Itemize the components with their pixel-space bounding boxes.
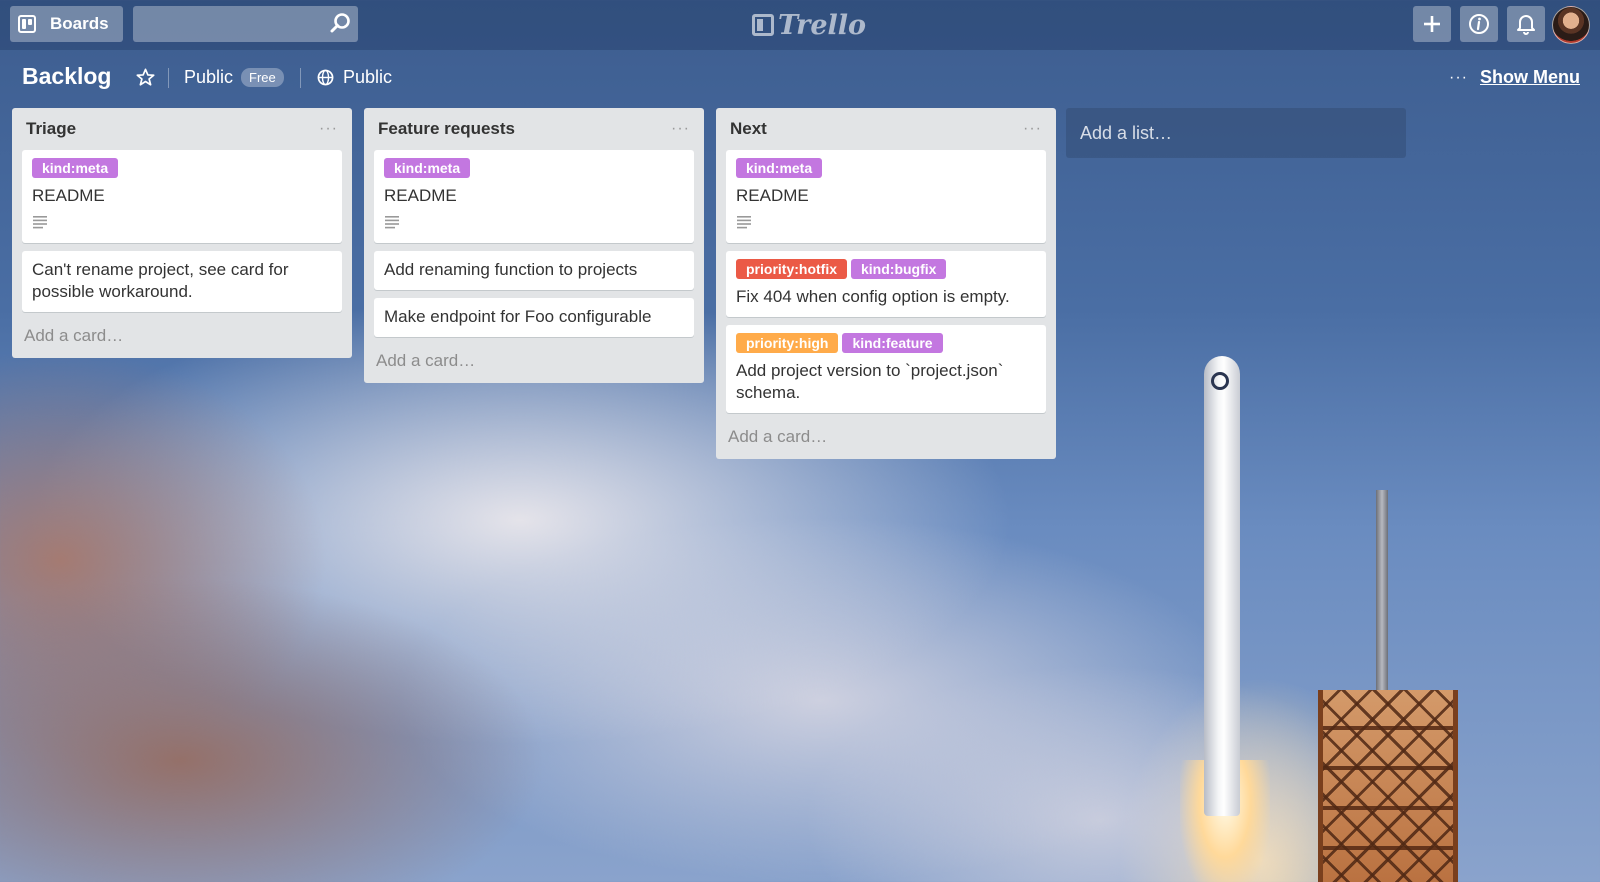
tower-mast-image	[1376, 490, 1388, 710]
boards-button-label: Boards	[50, 14, 109, 33]
label-kind-bugfix: kind:bugfix	[851, 259, 947, 279]
show-menu-link[interactable]: Show Menu	[1480, 67, 1580, 88]
card[interactable]: kind:meta README	[374, 150, 694, 243]
card-title: README	[384, 186, 457, 205]
card[interactable]: kind:meta README	[22, 150, 342, 243]
card-labels: kind:meta	[32, 158, 332, 178]
add-card-button[interactable]: Add a card…	[726, 421, 1046, 451]
card-labels: priority:high kind:feature	[736, 333, 1036, 353]
globe-icon	[317, 69, 334, 86]
description-icon	[385, 216, 399, 229]
show-menu-button[interactable]: ··· Show Menu	[1449, 67, 1580, 88]
card-title: Add renaming function to projects	[384, 260, 638, 279]
user-avatar[interactable]	[1552, 6, 1590, 44]
card[interactable]: kind:meta README	[726, 150, 1046, 243]
card-labels: kind:meta	[736, 158, 1036, 178]
description-icon	[737, 216, 751, 229]
launch-tower-image	[1318, 690, 1458, 882]
board-header-divider	[300, 68, 301, 88]
star-icon[interactable]	[136, 68, 155, 87]
top-header: Boards Trello	[0, 0, 1600, 50]
search-icon[interactable]	[329, 12, 351, 34]
card-title: Fix 404 when config option is empty.	[736, 287, 1010, 306]
list-triage: Triage ··· kind:meta README Can't rename…	[12, 108, 352, 358]
list-title[interactable]: Triage	[26, 119, 76, 139]
label-priority-hotfix: priority:hotfix	[736, 259, 847, 279]
card[interactable]: priority:hotfix kind:bugfix Fix 404 when…	[726, 251, 1046, 317]
list-feature-requests: Feature requests ··· kind:meta README Ad…	[364, 108, 704, 383]
visibility-label: Public	[184, 67, 234, 87]
list-title[interactable]: Next	[730, 119, 767, 139]
boards-icon	[18, 15, 36, 33]
list-title[interactable]: Feature requests	[378, 119, 515, 139]
card[interactable]: priority:high kind:feature Add project v…	[726, 325, 1046, 413]
info-icon	[1469, 14, 1489, 34]
board-header-divider	[168, 68, 169, 88]
boards-button[interactable]: Boards	[10, 6, 123, 42]
list-menu-icon[interactable]: ···	[1023, 120, 1042, 138]
search-input[interactable]	[133, 6, 358, 42]
add-card-button[interactable]: Add a card…	[22, 320, 342, 350]
card-title: Can't rename project, see card for possi…	[32, 260, 289, 301]
plus-icon	[1424, 16, 1440, 32]
label-priority-high: priority:high	[736, 333, 839, 353]
trello-logo[interactable]: Trello	[752, 8, 866, 42]
bell-icon	[1517, 15, 1535, 35]
list-menu-icon[interactable]: ···	[671, 120, 690, 138]
list-header: Triage ···	[22, 108, 342, 150]
team-visibility-label: Public	[343, 67, 393, 87]
description-icon	[33, 216, 47, 229]
add-button[interactable]	[1413, 6, 1451, 42]
board-visibility-button[interactable]: Public Free	[184, 67, 284, 88]
label-kind-meta: kind:meta	[736, 158, 823, 178]
info-button[interactable]	[1460, 6, 1498, 42]
card-title: Add project version to `project.json` sc…	[736, 361, 1004, 402]
rocket-image	[1204, 356, 1240, 816]
plan-badge: Free	[241, 68, 284, 87]
card[interactable]: Make endpoint for Foo configurable	[374, 298, 694, 337]
label-kind-meta: kind:meta	[384, 158, 471, 178]
more-icon: ···	[1449, 68, 1468, 86]
label-kind-feature: kind:feature	[842, 333, 943, 353]
card[interactable]: Add renaming function to projects	[374, 251, 694, 290]
list-next: Next ··· kind:meta README priority:hotfi…	[716, 108, 1056, 459]
board-title[interactable]: Backlog	[22, 63, 111, 90]
rocket-emblem	[1211, 372, 1229, 390]
list-menu-icon[interactable]: ···	[319, 120, 338, 138]
list-header: Next ···	[726, 108, 1046, 150]
label-kind-meta: kind:meta	[32, 158, 119, 178]
logo-text: Trello	[778, 9, 867, 41]
card-labels: kind:meta	[384, 158, 684, 178]
card[interactable]: Can't rename project, see card for possi…	[22, 251, 342, 312]
card-title: Make endpoint for Foo configurable	[384, 307, 652, 326]
team-visibility-button[interactable]: Public	[317, 67, 392, 88]
notifications-button[interactable]	[1507, 6, 1545, 42]
trello-logo-icon	[752, 14, 774, 36]
add-list-button[interactable]: Add a list…	[1066, 108, 1406, 158]
card-labels: priority:hotfix kind:bugfix	[736, 259, 1036, 279]
card-title: README	[736, 186, 809, 205]
add-card-button[interactable]: Add a card…	[374, 345, 694, 375]
list-header: Feature requests ···	[374, 108, 694, 150]
card-title: README	[32, 186, 105, 205]
